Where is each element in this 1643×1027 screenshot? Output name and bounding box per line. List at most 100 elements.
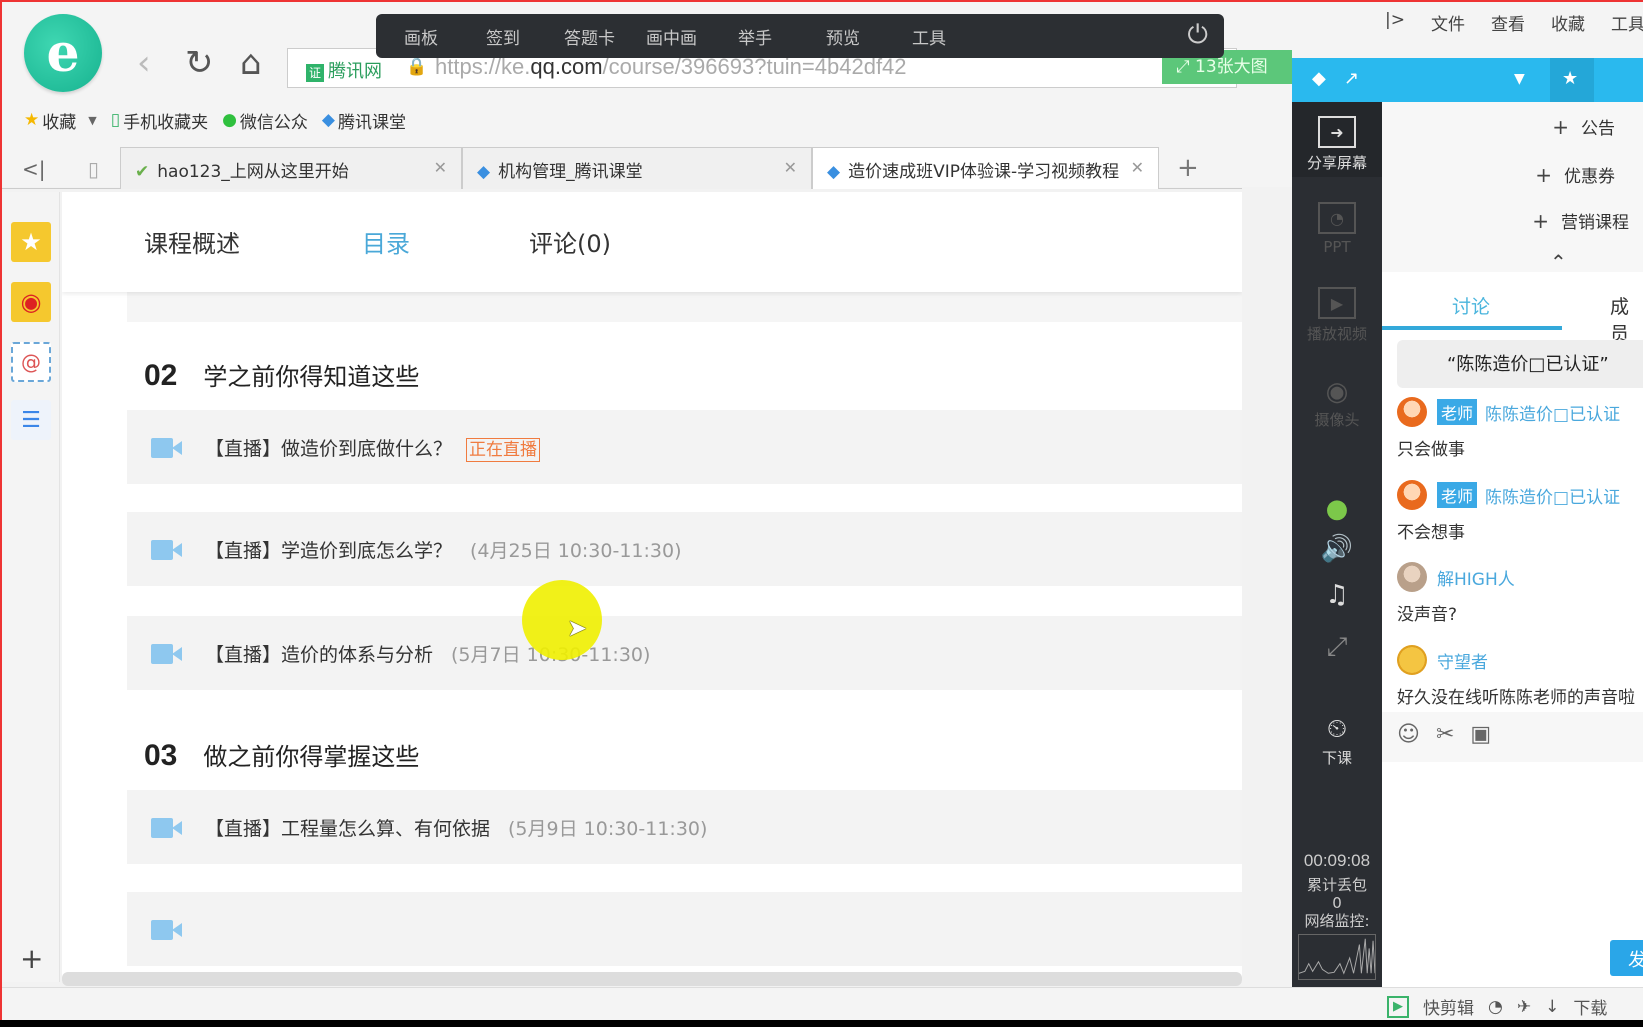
pin-button[interactable]: ★ <box>1550 58 1594 102</box>
bookmark-mobile[interactable]: ▯ 手机收藏夹 <box>111 108 208 133</box>
close-icon[interactable]: ✕ <box>1124 158 1144 177</box>
quick-clip-icon[interactable]: ▶ <box>1387 995 1409 1018</box>
live-panel-main: + 公告 + 优惠券 + 营销课程 ⌃ 讨论 成员 “陈陈造价□已认证” 老师 陈陈造价… <box>1382 102 1643 987</box>
lesson-row-faded[interactable] <box>127 292 1242 322</box>
tab-course[interactable]: ◆ 造价速成班VIP体验课-学习视频教程 ✕ <box>812 147 1159 189</box>
lesson-row[interactable]: 【直播】造价的体系与分析 (5月7日 10:30-11:30) <box>127 616 1242 690</box>
emoji-icon[interactable]: ☺ <box>1397 722 1420 747</box>
message-text: 只会做事 <box>1397 440 1465 460</box>
toolbar-preview[interactable]: 预览 <box>826 24 860 49</box>
document-icon[interactable]: ☰ <box>11 400 51 440</box>
classroom-icon[interactable]: ◆ <box>1312 68 1326 89</box>
ppt-button[interactable]: ◔ PPT <box>1292 202 1382 256</box>
image-icon[interactable]: ▣ <box>1470 722 1491 747</box>
music-button[interactable]: ♫ <box>1292 580 1382 612</box>
bookmark-wechat[interactable]: ● 微信公众 <box>222 108 308 133</box>
menu-view[interactable]: 查看 <box>1491 10 1525 38</box>
fullscreen-icon: ⤢ <box>1326 632 1348 662</box>
username[interactable]: 解HIGH人 <box>1437 565 1515 590</box>
chat-message: 老师 陈陈造价□已认证 只会做事 <box>1397 397 1643 460</box>
power-icon[interactable]: ⏻ <box>1187 20 1208 51</box>
lesson-row[interactable]: 【直播】学造价到底怎么学？ (4月25日 10:30-11:30) <box>127 512 1242 586</box>
add-marketing-course-button[interactable]: + 营销课程 <box>1532 208 1629 233</box>
reload-button[interactable]: ↻ <box>185 46 214 80</box>
lesson-row[interactable]: 【直播】工程量怎么算、有何依据 (5月9日 10:30-11:30) <box>127 790 1242 864</box>
bookmark-favorites[interactable]: ★ 收藏 ▼ <box>24 108 97 133</box>
speaker-button[interactable]: 🔊 <box>1292 534 1382 566</box>
username[interactable]: 陈陈造价□已认证 <box>1485 483 1620 508</box>
share-screen-icon: ➜ <box>1318 116 1356 148</box>
video-camera-icon <box>151 818 183 838</box>
toolbar-answer-card[interactable]: 答题卡 <box>564 24 615 49</box>
horizontal-scrollbar[interactable] <box>62 972 1242 986</box>
lesson-row[interactable]: 【直播】做造价到底做什么？ 正在直播 <box>127 410 1242 484</box>
message-text: 不会想事 <box>1397 523 1465 543</box>
menu-file[interactable]: 文件 <box>1431 10 1465 38</box>
avatar[interactable] <box>1397 645 1427 675</box>
download-icon[interactable]: ↓ <box>1545 997 1559 1017</box>
avatar[interactable] <box>1397 480 1427 510</box>
tab-catalog[interactable]: 目录 <box>362 224 410 259</box>
chevron-down-icon[interactable]: ▼ <box>88 114 96 127</box>
microphone-button[interactable]: ● <box>1292 494 1382 526</box>
speedometer-icon[interactable]: ◔ <box>1488 997 1503 1017</box>
add-coupon-button[interactable]: + 优惠券 <box>1535 162 1615 187</box>
mail-icon[interactable]: @ <box>11 342 51 382</box>
collapse-chevron-up-icon[interactable]: ⌃ <box>1550 250 1567 274</box>
weibo-icon[interactable]: ◉ <box>11 282 51 322</box>
chevron-down-icon[interactable]: ▼ <box>1514 71 1525 87</box>
tab-members[interactable]: 成员 <box>1610 292 1643 346</box>
lesson-row-partial[interactable] <box>127 892 1242 966</box>
tab-discussion[interactable]: 讨论 <box>1452 292 1490 319</box>
camera-button[interactable]: ◉ 摄像头 <box>1292 377 1382 430</box>
tab-org-management[interactable]: ◆ 机构管理_腾讯课堂 ✕ <box>462 147 812 189</box>
rocket-icon[interactable]: ✈ <box>1517 997 1531 1017</box>
toolbar-whiteboard[interactable]: 画板 <box>404 24 438 49</box>
add-sidebar-button[interactable]: + <box>20 942 43 975</box>
live-tools-sidebar: ➜ 分享屏幕 ◔ PPT ▶ 播放视频 ◉ 摄像头 ● 🔊 ♫ ⤢ ⏲ 下课 0… <box>1292 102 1382 987</box>
username[interactable]: 守望者 <box>1437 648 1488 673</box>
menu-tools[interactable]: 工具 <box>1611 10 1643 38</box>
fullscreen-button[interactable]: ⤢ <box>1292 632 1382 665</box>
tab-hao123[interactable]: ✔ hao123_上网从这里开始 ✕ <box>120 147 462 189</box>
toolbar-pip[interactable]: 画中画 <box>646 24 697 49</box>
scissors-icon[interactable]: ✂ <box>1436 722 1454 747</box>
home-button[interactable]: ⌂ <box>240 46 262 80</box>
end-class-button[interactable]: ⏲ 下课 <box>1292 714 1382 768</box>
menu-favorites[interactable]: 收藏 <box>1551 10 1585 38</box>
back-button[interactable]: ‹ <box>137 46 151 80</box>
close-icon[interactable]: ✕ <box>784 158 797 177</box>
tab-comments[interactable]: 评论(0) <box>529 224 611 259</box>
share-out-icon[interactable]: ↗ <box>1344 68 1359 89</box>
quick-clip-label[interactable]: 快剪辑 <box>1423 994 1474 1019</box>
close-icon[interactable]: ✕ <box>434 158 447 177</box>
mobile-icon[interactable]: ▯ <box>88 157 99 181</box>
chat-message: 守望者 好久没在线听陈陈老师的声音啦 <box>1397 645 1643 708</box>
download-label[interactable]: 下载 <box>1573 994 1607 1019</box>
live-badge: 正在直播 <box>466 438 541 462</box>
cert-indicator[interactable]: 证腾讯网 <box>306 57 382 83</box>
active-tab-indicator <box>1382 326 1562 330</box>
music-icon: ♫ <box>1325 580 1349 610</box>
toolbar-checkin[interactable]: 签到 <box>486 24 520 49</box>
add-announcement-button[interactable]: + 公告 <box>1552 114 1615 139</box>
sidebar-toggle-icon[interactable]: <| <box>22 157 46 181</box>
play-video-button[interactable]: ▶ 播放视频 <box>1292 287 1382 344</box>
send-button[interactable]: 发送 <box>1610 940 1643 976</box>
bookmark-tencent-classroom[interactable]: ◆ 腾讯课堂 <box>322 108 406 133</box>
speaker-icon: 🔊 <box>1320 534 1354 564</box>
toolbar-raise-hand[interactable]: 举手 <box>738 24 772 49</box>
avatar[interactable] <box>1397 562 1427 592</box>
section-title: 03 做之前你得掌握这些 <box>144 739 420 772</box>
avatar[interactable] <box>1397 397 1427 427</box>
share-screen-button[interactable]: ➜ 分享屏幕 <box>1292 102 1382 177</box>
username[interactable]: 陈陈造价□已认证 <box>1485 400 1620 425</box>
chat-input[interactable] <box>1382 764 1643 934</box>
section-title: 02 学之前你得知道这些 <box>144 359 420 392</box>
favorites-star-icon[interactable]: ★ <box>11 222 51 262</box>
menu-expand-icon[interactable]: |> <box>1385 10 1405 38</box>
tab-overview[interactable]: 课程概述 <box>144 224 240 259</box>
new-tab-button[interactable]: + <box>1177 153 1199 183</box>
phone-icon: ▯ <box>110 110 121 130</box>
toolbar-tools[interactable]: 工具 <box>912 24 946 49</box>
